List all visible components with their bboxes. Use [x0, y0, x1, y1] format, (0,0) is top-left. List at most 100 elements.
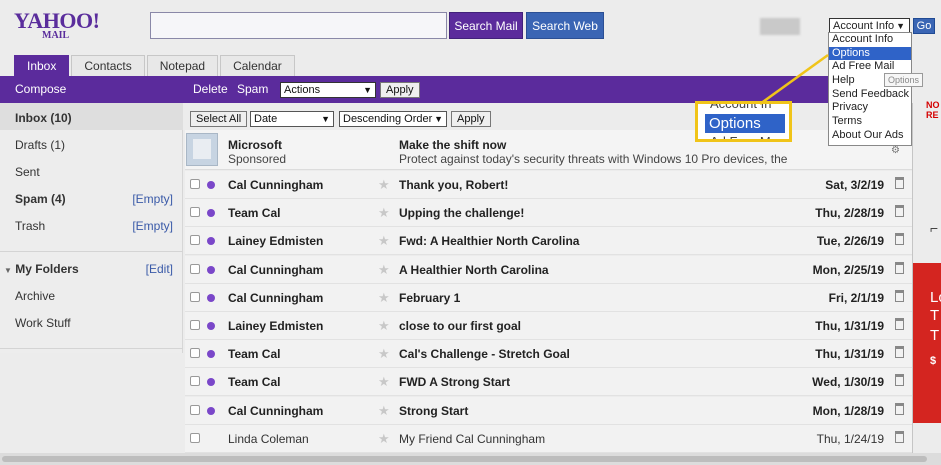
- right-ad-line: Lo: [930, 289, 941, 306]
- chevron-down-icon: ▼: [434, 114, 443, 124]
- tab-calendar[interactable]: Calendar: [220, 55, 295, 76]
- trash-icon[interactable]: [895, 402, 904, 415]
- message-checkbox[interactable]: [190, 320, 200, 330]
- trash-icon[interactable]: [895, 205, 904, 218]
- actions-select[interactable]: Actions ▼: [280, 82, 376, 98]
- sort-order-value: Descending Order: [343, 113, 433, 125]
- star-icon[interactable]: ★: [378, 233, 390, 249]
- trash-icon[interactable]: [895, 374, 904, 387]
- toolbar-apply-button[interactable]: Apply: [380, 82, 420, 98]
- edit-folders-link[interactable]: [Edit]: [146, 262, 173, 276]
- message-checkbox[interactable]: [190, 432, 200, 443]
- message-row[interactable]: Team Cal ★ Upping the challenge! Thu, 2/28/…: [185, 199, 912, 228]
- search-mail-button[interactable]: Search Mail: [449, 12, 523, 39]
- message-row[interactable]: Linda Coleman ★ My Friend Cal Cunningham Th…: [185, 424, 912, 453]
- message-row[interactable]: Team Cal ★ FWD A Strong Start Wed, 1/30/19: [185, 368, 912, 397]
- sponsored-message-row[interactable]: Microsoft Sponsored Make the shift now P…: [185, 130, 912, 170]
- sidebar-item-inbox[interactable]: Inbox (10): [15, 111, 72, 125]
- trash-icon[interactable]: [895, 261, 904, 274]
- list-apply-button[interactable]: Apply: [451, 111, 491, 127]
- sidebar-item-trash[interactable]: Trash: [15, 219, 45, 233]
- message-row[interactable]: Lainey Edmisten ★ close to our first goal T…: [185, 312, 912, 340]
- yahoo-mail-logo[interactable]: YAHOO! MAIL: [14, 10, 100, 41]
- delete-link[interactable]: Delete: [193, 82, 228, 96]
- compose-link[interactable]: Compose: [15, 82, 66, 96]
- horizontal-scrollbar-thumb[interactable]: [2, 456, 927, 462]
- star-icon[interactable]: ★: [378, 403, 390, 419]
- horizontal-scrollbar[interactable]: [0, 453, 941, 465]
- message-subject: Strong Start: [399, 403, 469, 418]
- trash-icon[interactable]: [895, 177, 904, 189]
- yahoo-mail-window: { "header": { "logo_line1": "YAHOO!", "l…: [0, 0, 941, 465]
- select-all-button[interactable]: Select All: [190, 111, 248, 127]
- right-ad-mark-icon: ⌐: [930, 220, 939, 236]
- sort-field-select[interactable]: Date ▼: [250, 111, 334, 127]
- star-icon[interactable]: ★: [378, 290, 390, 306]
- message-checkbox[interactable]: [190, 376, 200, 387]
- unread-dot-icon: [207, 322, 215, 330]
- trash-icon[interactable]: [895, 289, 904, 302]
- my-folders-header[interactable]: ▼ My Folders: [4, 262, 79, 276]
- empty-trash-link[interactable]: [Empty]: [132, 219, 173, 233]
- message-subject: Fwd: A Healthier North Carolina: [399, 234, 580, 249]
- tab-inbox[interactable]: Inbox: [14, 55, 70, 76]
- sort-order-select[interactable]: Descending Order ▼: [339, 111, 447, 127]
- message-checkbox[interactable]: [190, 235, 200, 246]
- message-checkbox[interactable]: [190, 404, 200, 415]
- star-icon[interactable]: ★: [378, 177, 390, 193]
- main-tabs: Inbox Contacts Notepad Calendar: [14, 55, 297, 76]
- message-sender: Cal Cunningham: [228, 403, 324, 418]
- spam-link[interactable]: Spam: [237, 82, 268, 96]
- account-menu-item-terms[interactable]: Terms: [829, 115, 911, 129]
- tab-notepad[interactable]: Notepad: [146, 55, 219, 76]
- ad-choices-icon[interactable]: ⚙: [891, 145, 900, 156]
- message-date: Wed, 1/30/19: [812, 375, 884, 390]
- message-row[interactable]: Cal Cunningham ★ A Healthier North Carolin…: [185, 255, 912, 284]
- account-menu-item-options[interactable]: Options: [829, 46, 911, 61]
- sidebar-item-drafts[interactable]: Drafts (1): [15, 138, 65, 152]
- star-icon[interactable]: ★: [378, 346, 390, 362]
- account-menu-item-send-feedback[interactable]: Send Feedback: [829, 88, 911, 102]
- message-checkbox[interactable]: [190, 207, 200, 218]
- star-icon[interactable]: ★: [378, 205, 390, 221]
- star-icon[interactable]: ★: [378, 318, 390, 334]
- message-checkbox[interactable]: [190, 179, 200, 189]
- right-ad-banner[interactable]: Lo T T $: [913, 263, 941, 423]
- trash-icon[interactable]: [895, 318, 904, 330]
- message-sender: Linda Coleman: [228, 431, 309, 446]
- blurred-username: [760, 18, 800, 35]
- star-icon[interactable]: ★: [378, 262, 390, 278]
- message-checkbox[interactable]: [190, 291, 200, 302]
- tab-contacts[interactable]: Contacts: [71, 55, 145, 76]
- message-sender: Cal Cunningham: [228, 290, 324, 305]
- star-icon[interactable]: ★: [378, 374, 390, 390]
- trash-icon[interactable]: [895, 346, 904, 359]
- message-checkbox[interactable]: [190, 263, 200, 274]
- trash-icon[interactable]: [895, 233, 904, 246]
- message-checkbox[interactable]: [190, 348, 200, 359]
- message-row[interactable]: Lainey Edmisten ★ Fwd: A Healthier North C…: [185, 227, 912, 256]
- message-subject: FWD A Strong Start: [399, 375, 511, 390]
- account-menu-item-about-our-ads[interactable]: About Our Ads: [829, 129, 911, 143]
- sidebar-item-work-stuff[interactable]: Work Stuff: [15, 316, 71, 330]
- account-menu-item-account-info[interactable]: Account Info: [829, 33, 911, 47]
- empty-spam-link[interactable]: [Empty]: [132, 192, 173, 206]
- search-web-button[interactable]: Search Web: [526, 12, 604, 39]
- actions-select-value: Actions: [284, 84, 321, 96]
- go-button[interactable]: Go: [913, 18, 935, 34]
- message-row[interactable]: Cal Cunningham ★ Strong Start Mon, 1/28/19: [185, 396, 912, 425]
- message-row[interactable]: Cal Cunningham ★ Thank you, Robert! Sat, 3/…: [185, 171, 912, 199]
- sidebar-item-spam[interactable]: Spam (4): [15, 192, 66, 206]
- message-date: Tue, 2/26/19: [816, 234, 884, 249]
- star-icon[interactable]: ★: [378, 431, 390, 447]
- account-menu-item-privacy[interactable]: Privacy: [829, 101, 911, 115]
- message-row[interactable]: Cal Cunningham ★ February 1 Fri, 2/1/19: [185, 283, 912, 312]
- message-subject: Upping the challenge!: [399, 206, 525, 221]
- search-input[interactable]: [150, 12, 447, 39]
- account-menu-item-ad-free-mail[interactable]: Ad Free Mail: [829, 60, 911, 74]
- message-row[interactable]: Team Cal ★ Cal's Challenge - Stretch Goal T…: [185, 340, 912, 369]
- sidebar-item-sent[interactable]: Sent: [15, 165, 40, 179]
- right-ad-banner-top[interactable]: NO RE: [913, 100, 941, 130]
- sidebar-item-archive[interactable]: Archive: [15, 289, 55, 303]
- trash-icon[interactable]: [895, 430, 904, 443]
